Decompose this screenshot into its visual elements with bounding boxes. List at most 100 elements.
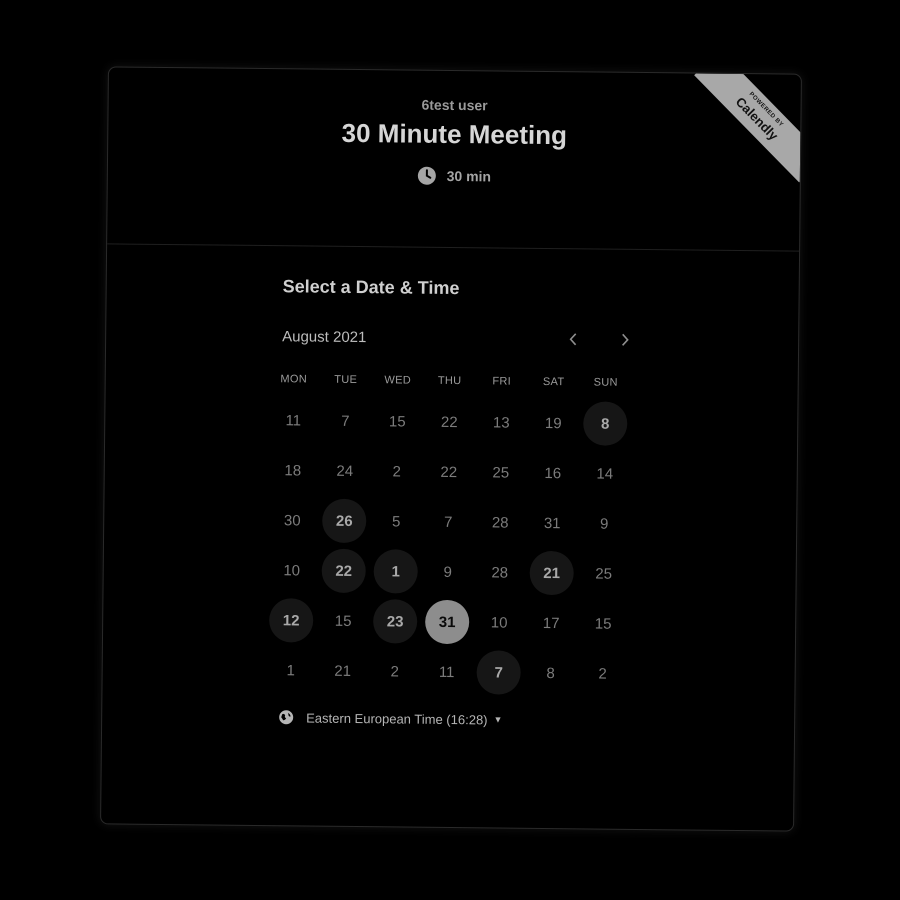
unavailable-day: 15 xyxy=(334,612,352,630)
unavailable-day: 14 xyxy=(596,465,614,483)
day-cell: 31 xyxy=(526,498,579,549)
unavailable-day: 9 xyxy=(599,515,609,533)
day-cell: 15 xyxy=(317,596,370,647)
globe-icon xyxy=(278,709,294,725)
unavailable-day: 11 xyxy=(438,663,455,681)
unavailable-day: 7 xyxy=(341,412,350,430)
available-day-button[interactable]: 26 xyxy=(322,498,367,544)
available-day-button[interactable]: 22 xyxy=(321,548,366,594)
event-duration: 30 min xyxy=(417,166,492,187)
day-cell: 14 xyxy=(578,448,631,499)
available-day-button[interactable]: 12 xyxy=(268,598,314,643)
day-cell: 22 xyxy=(423,397,476,448)
day-cell: 22 xyxy=(422,447,475,498)
unavailable-day: 18 xyxy=(284,461,302,479)
unavailable-day: 2 xyxy=(392,462,402,480)
day-cell: 19 xyxy=(527,398,580,449)
unavailable-day: 19 xyxy=(544,414,562,432)
calendar-day-grid: 11 7 15 22 13 19 8 18 24 2 22 25 16 14 30 26 5 7 28 31 9 10 22… xyxy=(264,395,631,699)
unavailable-day: 11 xyxy=(285,411,302,429)
timezone-selector[interactable]: Eastern European Time (16:28) ▼ xyxy=(278,709,794,730)
unavailable-day: 17 xyxy=(542,614,560,632)
day-cell: 31 xyxy=(421,597,474,648)
day-cell: 15 xyxy=(371,396,424,447)
month-label: August 2021 xyxy=(282,327,367,346)
previous-month-button[interactable] xyxy=(562,328,584,350)
weekday-label: SAT xyxy=(542,375,565,389)
month-header: August 2021 xyxy=(282,325,642,351)
day-cell: 10 xyxy=(265,545,318,596)
unavailable-day: 25 xyxy=(595,565,613,583)
chevron-right-icon xyxy=(622,333,629,346)
day-cell: 26 xyxy=(318,496,371,547)
available-day-button[interactable]: 7 xyxy=(476,650,521,695)
day-cell: 7 xyxy=(472,647,525,698)
unavailable-day: 1 xyxy=(286,661,295,679)
unavailable-day: 28 xyxy=(491,513,509,532)
day-cell: 1 xyxy=(264,645,317,696)
day-cell: 8 xyxy=(524,648,577,699)
day-cell: 28 xyxy=(473,547,526,598)
unavailable-day: 9 xyxy=(443,563,452,581)
unavailable-day: 7 xyxy=(443,513,453,531)
day-cell: 7 xyxy=(319,396,372,447)
selected-day-button[interactable]: 31 xyxy=(424,599,470,645)
chevron-left-icon xyxy=(569,333,577,346)
day-cell: 13 xyxy=(475,397,528,448)
unavailable-day: 10 xyxy=(490,613,508,632)
next-month-button[interactable] xyxy=(614,329,636,351)
month-navigation xyxy=(562,328,642,351)
unavailable-day: 5 xyxy=(391,512,401,530)
timezone-label: Eastern European Time (16:28) xyxy=(306,709,488,727)
day-cell: 24 xyxy=(319,446,372,497)
unavailable-day: 15 xyxy=(594,615,612,633)
weekday-label: FRI xyxy=(492,375,512,388)
day-cell: 25 xyxy=(577,548,630,599)
unavailable-day: 21 xyxy=(334,662,352,680)
available-day-button[interactable]: 21 xyxy=(529,550,574,596)
unavailable-day: 10 xyxy=(283,561,301,579)
unavailable-day: 30 xyxy=(283,511,301,529)
day-cell: 8 xyxy=(579,398,632,449)
day-cell: 11 xyxy=(420,647,473,698)
day-cell: 7 xyxy=(422,497,475,548)
unavailable-day: 25 xyxy=(492,463,510,482)
day-cell: 16 xyxy=(526,448,579,499)
day-cell: 12 xyxy=(265,595,318,646)
unavailable-day: 13 xyxy=(492,413,510,432)
day-cell: 21 xyxy=(316,646,369,697)
day-cell: 2 xyxy=(576,648,629,699)
day-cell: 25 xyxy=(474,447,527,498)
day-cell: 2 xyxy=(368,646,421,697)
unavailable-day: 22 xyxy=(440,413,458,431)
day-cell: 18 xyxy=(267,445,320,496)
available-day-button[interactable]: 8 xyxy=(583,401,628,446)
ribbon-band[interactable]: POWERED BY Calendly xyxy=(694,73,801,183)
unavailable-day: 2 xyxy=(390,662,399,680)
day-cell: 30 xyxy=(266,495,319,546)
unavailable-day: 22 xyxy=(440,463,458,481)
day-cell: 28 xyxy=(474,497,527,548)
day-cell: 22 xyxy=(317,546,370,597)
powered-by-ribbon[interactable]: POWERED BY Calendly xyxy=(690,73,801,184)
clock-icon xyxy=(417,166,437,186)
unavailable-day: 28 xyxy=(491,563,509,582)
day-cell: 15 xyxy=(577,598,630,649)
day-cell: 10 xyxy=(473,597,526,648)
weekday-header-row: MON TUE WED THU FRI SAT SUN xyxy=(268,373,632,389)
unavailable-day: 24 xyxy=(336,462,354,480)
date-picker-section: Select a Date & Time August 2021 MON TUE… xyxy=(102,244,799,730)
weekday-label: SUN xyxy=(593,376,618,389)
unavailable-day: 8 xyxy=(546,664,555,682)
day-cell: 21 xyxy=(525,548,578,599)
unavailable-day: 2 xyxy=(598,665,607,683)
day-cell: 23 xyxy=(369,596,422,647)
available-day-button[interactable]: 1 xyxy=(373,549,418,594)
weekday-label: MON xyxy=(280,373,308,386)
page-background: POWERED BY Calendly 6test user 30 Minute… xyxy=(0,0,900,900)
duration-label: 30 min xyxy=(446,167,492,185)
section-title: Select a Date & Time xyxy=(282,276,460,299)
day-cell: 11 xyxy=(267,395,320,446)
available-day-button[interactable]: 23 xyxy=(372,599,418,644)
caret-down-icon: ▼ xyxy=(493,714,503,725)
